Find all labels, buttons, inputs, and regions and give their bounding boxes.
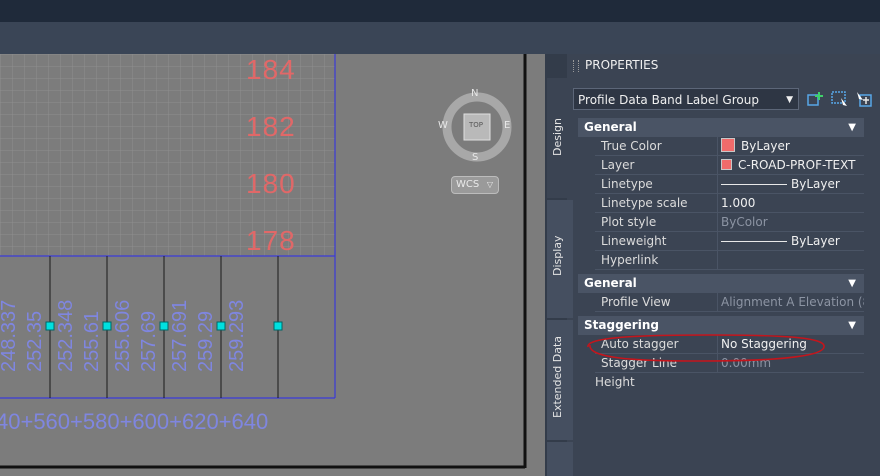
object-type-value: Profile Data Band Label Group: [578, 93, 759, 107]
linetype-preview: [721, 184, 787, 185]
band-value-label: 257.69: [138, 310, 160, 372]
band-value-label: 255.61: [81, 310, 103, 372]
tab-extended-data[interactable]: Extended Data: [547, 320, 573, 440]
band-value-label: 252.35: [24, 310, 46, 372]
property-row-plot-style[interactable]: Plot style ByColor: [578, 213, 864, 232]
compass-north[interactable]: N: [471, 88, 478, 99]
band-value-label: 248.337: [0, 299, 20, 372]
quick-select-icon[interactable]: [805, 89, 825, 109]
property-row-profile-view[interactable]: Profile View Alignment A Elevation (8): [578, 293, 864, 312]
property-row-true-color[interactable]: True Color ByLayer: [578, 137, 864, 156]
select-objects-icon[interactable]: [830, 89, 850, 109]
viewcube-top-face[interactable]: TOP: [469, 121, 483, 129]
layer-color-swatch: [721, 159, 732, 170]
compass-east[interactable]: E: [504, 120, 510, 131]
property-row-linetype-scale[interactable]: Linetype scale 1.000: [578, 194, 864, 213]
tab-more[interactable]: [547, 442, 573, 476]
elevation-label: 180: [246, 168, 296, 199]
wcs-label: WCS: [456, 179, 480, 190]
band-value-label: 255.606: [112, 299, 134, 372]
chevron-down-icon: ▼: [848, 320, 856, 331]
color-swatch: [721, 138, 735, 152]
band-value-label: 252.348: [55, 299, 77, 372]
chevron-down-icon: ▼: [786, 95, 793, 105]
tab-design[interactable]: Design: [547, 78, 573, 198]
chevron-down-icon: ▼: [848, 122, 856, 133]
elevation-label: 182: [246, 111, 296, 142]
property-row-lineweight[interactable]: Lineweight ByLayer: [578, 232, 864, 251]
band-value-label: 257.691: [169, 299, 191, 372]
title-bar: [0, 0, 880, 22]
property-row-hyperlink[interactable]: Hyperlink: [578, 251, 864, 270]
compass-south[interactable]: S: [472, 152, 478, 163]
object-type-dropdown[interactable]: Profile Data Band Label Group ▼: [573, 88, 799, 110]
lineweight-preview: [721, 241, 787, 242]
elevation-label: 184: [246, 54, 296, 85]
viewcube[interactable]: N S E W TOP: [438, 88, 514, 164]
document-tab-strip: [0, 22, 880, 54]
palette-title-bar[interactable]: PROPERTIES: [567, 54, 880, 76]
group-general[interactable]: General ▼: [578, 118, 864, 137]
grip-icon[interactable]: [573, 59, 579, 72]
tab-display[interactable]: Display: [547, 200, 573, 318]
wcs-menu[interactable]: WCS ▽: [451, 176, 499, 194]
toggle-pickadd-icon[interactable]: [854, 89, 874, 109]
elevation-label: 178: [246, 225, 296, 256]
drawing-viewport[interactable]: 184 182 180 178 248.337 252.35 252.348 2…: [0, 54, 545, 476]
palette-title: PROPERTIES: [585, 58, 659, 72]
chevron-down-icon: ▼: [848, 278, 856, 289]
property-row-linetype[interactable]: Linetype ByLayer: [578, 175, 864, 194]
compass-west[interactable]: W: [438, 120, 448, 131]
property-row-layer[interactable]: Layer C-ROAD-PROF-TEXT: [578, 156, 864, 175]
red-annotation-ellipse: [587, 334, 825, 362]
group-general-2[interactable]: General ▼: [578, 274, 864, 293]
station-labels: 40+560+580+600+620+640: [0, 409, 269, 434]
band-value-label: 259.293: [226, 299, 248, 372]
chevron-down-icon: ▽: [486, 180, 493, 189]
band-value-label: 259.29: [195, 310, 217, 372]
